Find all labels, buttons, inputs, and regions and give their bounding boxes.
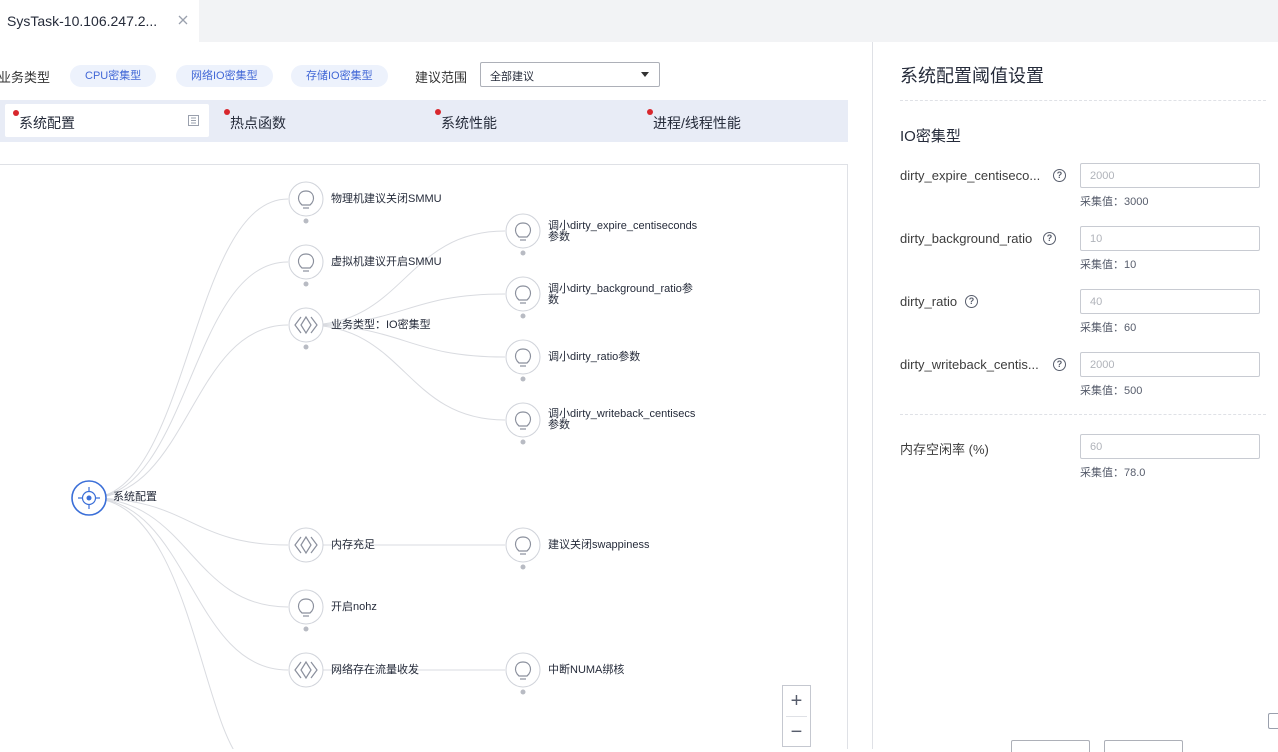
help-icon[interactable]: ? bbox=[1053, 169, 1066, 182]
param-label-dirty-ratio: dirty_ratio bbox=[900, 294, 958, 309]
param-label-memory-free-rate: 内存空闲率 (%) bbox=[900, 442, 989, 457]
leaf-label[interactable]: 调小dirty_background_ratio参 bbox=[548, 284, 693, 295]
branch-node-nohz bbox=[288, 589, 324, 632]
leaf-label[interactable]: 调小dirty_writeback_centisecs bbox=[548, 409, 695, 420]
tab-label: 热点函数 bbox=[230, 115, 286, 131]
collected-value: 采集值：60 bbox=[1080, 322, 1137, 334]
branch-label[interactable]: 网络存在流量收发 bbox=[331, 665, 419, 676]
tree-graph bbox=[71, 181, 541, 749]
leaf-label-line2[interactable]: 数 bbox=[548, 295, 559, 306]
dirty-writeback-input[interactable] bbox=[1080, 352, 1260, 377]
chevron-down-icon bbox=[641, 72, 649, 77]
branch-label[interactable]: 物理机建议关闭SMMU bbox=[331, 194, 442, 205]
tab-strip: SysTask-10.106.247.2... bbox=[0, 0, 1278, 42]
cancel-button[interactable] bbox=[1104, 740, 1183, 752]
collected-value: 采集值：3000 bbox=[1080, 196, 1149, 208]
confirm-button[interactable] bbox=[1011, 740, 1090, 752]
help-icon[interactable]: ? bbox=[965, 295, 978, 308]
tab-process-thread-performance[interactable]: 进程/线程性能 bbox=[646, 100, 846, 142]
tree-link bbox=[88, 497, 234, 749]
copy-icon[interactable] bbox=[187, 114, 200, 127]
branch-node-smmu-physical bbox=[288, 181, 324, 224]
root-node bbox=[71, 480, 107, 516]
leaf-node-numa bbox=[505, 652, 541, 695]
close-icon[interactable] bbox=[176, 13, 190, 27]
chip-cpu[interactable]: CPU密集型 bbox=[70, 65, 157, 87]
collected-value: 采集值：500 bbox=[1080, 385, 1143, 397]
leaf-label[interactable]: 调小dirty_ratio参数 bbox=[548, 352, 640, 363]
zoom-out-button[interactable]: − bbox=[783, 717, 810, 747]
tree-link bbox=[88, 497, 289, 608]
scope-label: 建议范围 bbox=[415, 70, 468, 85]
branch-node-network bbox=[288, 652, 324, 688]
tab-systask[interactable]: SysTask-10.106.247.2... bbox=[0, 0, 199, 42]
tab-label: 系统性能 bbox=[441, 115, 497, 131]
param-label-dirty-expire: dirty_expire_centiseco... bbox=[900, 168, 1041, 183]
scope-select-value: 全部建议 bbox=[490, 71, 534, 83]
tab-system-config[interactable]: 系统配置 bbox=[5, 104, 209, 137]
chip-storage-io[interactable]: 存储IO密集型 bbox=[291, 65, 388, 87]
panel-title: 系统配置阈值设置 bbox=[900, 66, 1044, 86]
tab-title: SysTask-10.106.247.2... bbox=[7, 13, 158, 29]
leaf-label[interactable]: 中断NUMA绑核 bbox=[548, 665, 624, 676]
zoom-in-button[interactable]: + bbox=[783, 686, 810, 716]
tab-hot-functions[interactable]: 热点函数 bbox=[223, 100, 423, 142]
branch-label[interactable]: 虚拟机建议开启SMMU bbox=[331, 257, 442, 268]
leaf-node-dirty-background bbox=[505, 276, 541, 319]
tree-link bbox=[88, 261, 289, 499]
tree-link bbox=[88, 497, 289, 671]
leaf-label-line2[interactable]: 参数 bbox=[548, 420, 570, 431]
suggestion-tree-canvas[interactable]: 系统配置 物理机建议关闭SMMU 虚拟机建议开启SMMU 业务类型：IO密集型 … bbox=[0, 164, 848, 749]
root-node-label[interactable]: 系统配置 bbox=[113, 492, 157, 503]
business-type-label: 业务类型 bbox=[0, 70, 51, 85]
dirty-background-input[interactable] bbox=[1080, 226, 1260, 251]
collected-value: 采集值：78.0 bbox=[1080, 467, 1146, 479]
dirty-expire-input[interactable] bbox=[1080, 163, 1260, 188]
section-title: IO密集型 bbox=[900, 128, 961, 145]
tab-label: 进程/线程性能 bbox=[653, 115, 741, 131]
divider bbox=[900, 414, 1266, 415]
filter-row: 业务类型 CPU密集型 网络IO密集型 存储IO密集型 建议范围 全部建议 bbox=[0, 62, 700, 88]
leaf-label-line2[interactable]: 参数 bbox=[548, 232, 570, 243]
collected-value: 采集值：10 bbox=[1080, 259, 1137, 271]
recommendation-panel: 业务类型 CPU密集型 网络IO密集型 存储IO密集型 建议范围 全部建议 系统… bbox=[0, 42, 872, 749]
branch-node-smmu-virtual bbox=[288, 244, 324, 287]
tree-link bbox=[88, 497, 289, 546]
zoom-control: + − bbox=[782, 685, 811, 747]
help-icon[interactable]: ? bbox=[1043, 232, 1056, 245]
param-label-dirty-writeback: dirty_writeback_centis... bbox=[900, 357, 1039, 372]
leaf-label[interactable]: 建议关闭swappiness bbox=[548, 540, 649, 551]
tree-link bbox=[88, 198, 289, 499]
chip-network-io[interactable]: 网络IO密集型 bbox=[176, 65, 273, 87]
dirty-ratio-input[interactable] bbox=[1080, 289, 1260, 314]
tree-link bbox=[305, 230, 506, 326]
leaf-node-dirty-ratio bbox=[505, 339, 541, 382]
floating-widget-icon[interactable] bbox=[1268, 713, 1278, 729]
param-label-dirty-background: dirty_background_ratio bbox=[900, 231, 1033, 246]
threshold-settings-panel: 系统配置阈值设置 IO密集型 dirty_expire_centiseco...… bbox=[873, 42, 1278, 752]
branch-label[interactable]: 开启nohz bbox=[331, 602, 377, 613]
branch-label[interactable]: 业务类型：IO密集型 bbox=[331, 320, 431, 331]
subtab-bar: 系统配置 热点函数 系统性能 进程/线程性能 bbox=[0, 100, 848, 142]
tree-link bbox=[305, 324, 506, 421]
memory-free-rate-input[interactable] bbox=[1080, 434, 1260, 459]
leaf-label[interactable]: 调小dirty_expire_centiseconds bbox=[548, 221, 697, 232]
branch-label[interactable]: 内存充足 bbox=[331, 540, 375, 551]
branch-node-memory bbox=[288, 527, 324, 563]
scope-select[interactable]: 全部建议 bbox=[480, 62, 660, 87]
leaf-node-swappiness bbox=[505, 527, 541, 570]
help-icon[interactable]: ? bbox=[1053, 358, 1066, 371]
branch-node-io-intensive bbox=[288, 307, 324, 350]
tab-label: 系统配置 bbox=[19, 115, 75, 131]
tab-system-performance[interactable]: 系统性能 bbox=[435, 100, 635, 142]
divider bbox=[900, 100, 1266, 101]
leaf-node-dirty-writeback bbox=[505, 402, 541, 445]
leaf-node-dirty-expire bbox=[505, 213, 541, 256]
